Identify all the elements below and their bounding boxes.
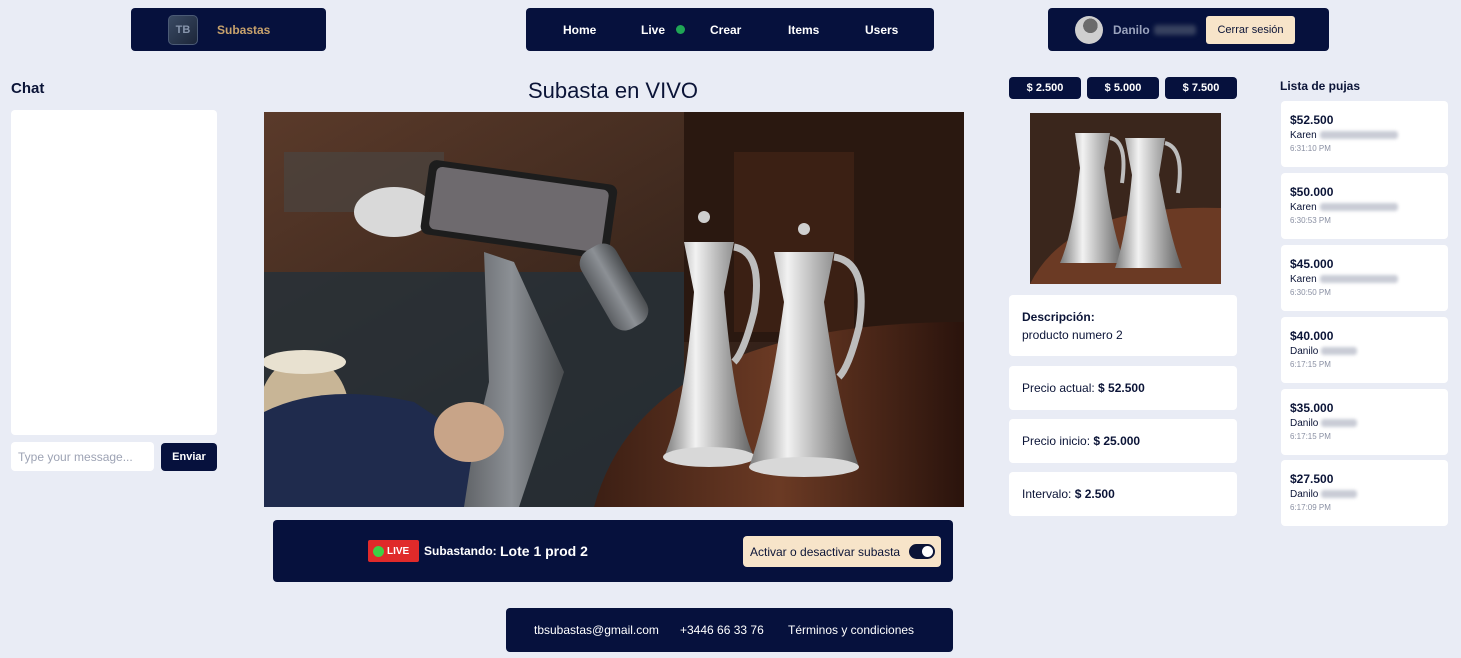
bid-amount: $50.000 (1290, 185, 1334, 199)
bid-amount: $45.000 (1290, 257, 1334, 271)
bid-time: 6:17:09 PM (1290, 503, 1331, 512)
bid-user-blurred (1319, 131, 1398, 140)
nav-users[interactable]: Users (865, 23, 898, 37)
bid-user-wrap: Karen (1290, 202, 1448, 213)
current-price-value: $ 52.500 (1098, 381, 1145, 395)
bid-user: Karen (1290, 202, 1317, 213)
item-thumbnail (1030, 113, 1221, 284)
chat-title: Chat (11, 80, 45, 97)
quick-bid-7500[interactable]: $ 7.500 (1165, 77, 1237, 99)
toggle-knob (922, 546, 933, 557)
bid-user-wrap: Karen (1290, 274, 1448, 285)
bid-list-item: $27.500 Danilo 6:17:09 PM (1281, 460, 1448, 526)
footer: tbsubastas@gmail.com +3446 66 33 76 Térm… (506, 608, 953, 652)
bid-amount: $52.500 (1290, 113, 1334, 127)
bid-user: Karen (1290, 130, 1317, 141)
logout-button[interactable]: Cerrar sesión (1206, 16, 1295, 44)
current-price-card: Precio actual: $ 52.500 (1009, 366, 1237, 410)
start-price-value: $ 25.000 (1093, 434, 1141, 448)
live-status-dot (676, 25, 685, 34)
chat-messages[interactable] (11, 110, 217, 435)
bid-amount: $35.000 (1290, 401, 1334, 415)
description-label: Descripción: (1022, 310, 1095, 324)
auction-toggle-switch[interactable] (909, 544, 935, 559)
user-name-wrap: Danilo (1113, 23, 1196, 37)
bid-user: Danilo (1290, 489, 1319, 500)
live-video[interactable] (264, 112, 964, 507)
footer-terms-link[interactable]: Términos y condiciones (788, 623, 914, 637)
brand-name: Subastas (217, 22, 271, 37)
main-nav: Home Live Crear Items Users (526, 8, 934, 51)
bid-user-blurred (1321, 419, 1358, 428)
video-frame (264, 112, 964, 507)
bid-user: Karen (1290, 274, 1317, 285)
bid-list-item: $45.000 Karen 6:30:50 PM (1281, 245, 1448, 311)
user-name: Danilo (1113, 22, 1150, 37)
bid-user-wrap: Danilo (1290, 489, 1448, 500)
bid-user-blurred (1321, 347, 1358, 356)
interval-label: Intervalo: (1022, 487, 1072, 501)
live-badge-text: LIVE (387, 545, 410, 557)
quick-bid-5000[interactable]: $ 5.000 (1087, 77, 1159, 99)
bid-user-blurred (1319, 203, 1398, 212)
bid-time: 6:31:10 PM (1290, 144, 1331, 153)
avatar (1075, 15, 1103, 44)
bid-user-blurred (1321, 490, 1358, 499)
page-title: Subasta en VIVO (528, 78, 698, 103)
bid-list-item: $50.000 Karen 6:30:53 PM (1281, 173, 1448, 239)
nav-crear[interactable]: Crear (710, 23, 741, 37)
bid-time: 6:30:50 PM (1290, 288, 1331, 297)
description-value: producto numero 2 (1022, 328, 1123, 342)
bid-time: 6:17:15 PM (1290, 360, 1331, 369)
auction-toggle-control[interactable]: Activar o desactivar subasta (743, 536, 941, 567)
footer-email[interactable]: tbsubastas@gmail.com (534, 623, 659, 637)
send-button[interactable]: Enviar (161, 443, 217, 471)
bid-time: 6:17:15 PM (1290, 432, 1331, 441)
nav-live[interactable]: Live (641, 23, 665, 37)
nav-items[interactable]: Items (788, 23, 819, 37)
bid-time: 6:30:53 PM (1290, 216, 1331, 225)
footer-phone[interactable]: +3446 66 33 76 (680, 623, 764, 637)
bid-user-wrap: Karen (1290, 130, 1448, 141)
bid-list-item: $35.000 Danilo 6:17:15 PM (1281, 389, 1448, 455)
toggle-label: Activar o desactivar subasta (750, 544, 901, 559)
brand-logo: TB (168, 14, 198, 45)
bid-user-blurred (1319, 275, 1398, 284)
auction-status-bar: LIVE Subastando: Lote 1 prod 2 Activar o… (273, 520, 953, 582)
interval-card: Intervalo: $ 2.500 (1009, 472, 1237, 516)
quick-bid-2500[interactable]: $ 2.500 (1009, 77, 1081, 99)
bid-user: Danilo (1290, 346, 1319, 357)
current-price-label: Precio actual: (1022, 381, 1095, 395)
auctioning-value: Lote 1 prod 2 (500, 543, 588, 559)
bid-user-wrap: Danilo (1290, 418, 1448, 429)
live-badge: LIVE (368, 540, 419, 562)
interval-value: $ 2.500 (1074, 487, 1115, 501)
bid-amount: $40.000 (1290, 329, 1334, 343)
bid-user-wrap: Danilo (1290, 346, 1448, 357)
user-bar: Danilo Cerrar sesión (1048, 8, 1329, 51)
bid-user: Danilo (1290, 418, 1319, 429)
start-price-label: Precio inicio: (1022, 434, 1091, 448)
bid-list-item: $52.500 Karen 6:31:10 PM (1281, 101, 1448, 167)
nav-home[interactable]: Home (563, 23, 596, 37)
live-green-dot (373, 545, 384, 557)
user-lastname-blurred (1153, 25, 1196, 36)
bid-amount: $27.500 (1290, 472, 1334, 486)
auctioning-label: Subastando: (424, 544, 497, 558)
start-price-card: Precio inicio: $ 25.000 (1009, 419, 1237, 463)
description-card: Descripción: producto numero 2 (1009, 295, 1237, 356)
bid-list-item: $40.000 Danilo 6:17:15 PM (1281, 317, 1448, 383)
chat-input[interactable] (11, 442, 154, 471)
item-thumbnail-image (1030, 113, 1221, 284)
brand-bar[interactable]: TB Subastas (131, 8, 326, 51)
bids-title: Lista de pujas (1280, 79, 1361, 93)
